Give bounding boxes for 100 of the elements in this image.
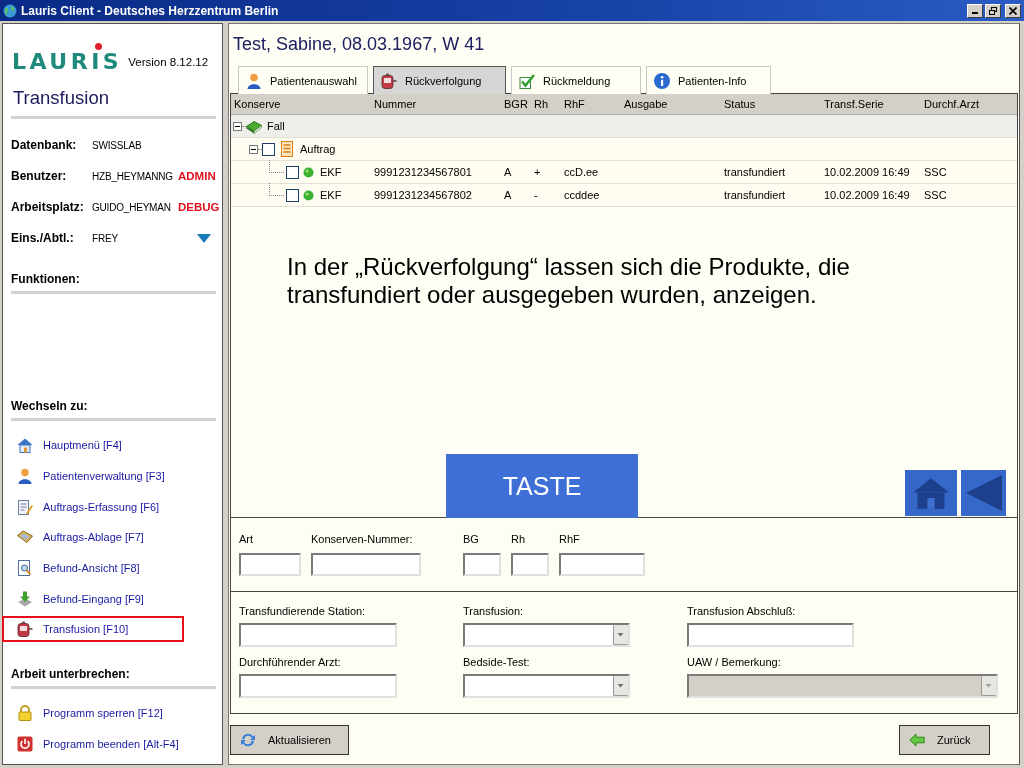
nav-link[interactable]: Auftrags-Ablage [F7] <box>2 524 184 551</box>
table-cell-text: SSC <box>924 189 948 201</box>
nav-link[interactable]: Befund-Ansicht [F8] <box>2 555 184 582</box>
input-field[interactable] <box>687 623 854 647</box>
nav-link[interactable]: Programm sperren [F12] <box>2 700 184 727</box>
column-header[interactable]: Transf.Serie <box>824 98 924 110</box>
table-cell-text: SSC <box>924 166 948 178</box>
nav-link[interactable]: Patientenverwaltung [F3] <box>2 463 184 490</box>
collapse-icon[interactable] <box>233 121 242 131</box>
close-button[interactable] <box>1005 3 1021 18</box>
column-header[interactable]: Durchf.Arzt <box>924 98 1017 110</box>
left-arrow-icon <box>909 732 925 748</box>
input-field[interactable] <box>239 674 397 698</box>
table-cell-text: A <box>504 189 513 201</box>
tab[interactable]: Rückmeldung <box>511 66 641 94</box>
nav-link[interactable]: Programm beenden [Alt-F4] <box>2 731 184 757</box>
input-field[interactable] <box>239 623 397 647</box>
logo-text: LAURIS <box>12 52 123 71</box>
key-button[interactable]: TASTE <box>446 454 638 518</box>
dropdown-arrow-icon <box>981 676 996 696</box>
table-cell-text: 9991231234567801 <box>374 166 473 178</box>
info-value: GUIDO_HEYMAN <box>92 201 172 213</box>
house-icon <box>913 477 949 509</box>
nav-link[interactable]: Hauptmenü [F4] <box>2 432 184 459</box>
table-cell-text: - <box>534 189 539 201</box>
dropdown-arrow-icon <box>613 676 628 696</box>
minimize-button[interactable] <box>967 3 983 18</box>
blood-bag-icon <box>381 72 397 89</box>
field-label: RhF <box>559 532 581 546</box>
table-cell-text: A <box>504 166 513 178</box>
input-field[interactable] <box>463 553 501 576</box>
info-value: FREY <box>92 232 119 244</box>
section-heading: Wechseln zu: <box>10 398 89 415</box>
field-label: BG <box>463 532 480 546</box>
tab[interactable]: Patienten-Info <box>646 66 771 94</box>
tree-row[interactable]: EKF 9991231234567802 A - ccddee transfundiert 10.02.2009 16:49 SSC <box>231 184 1017 207</box>
nav-link[interactable]: Transfusion [F10] <box>2 616 184 643</box>
field-label: UAW / Bemerkung: <box>687 655 782 669</box>
info-value: SWISSLAB <box>92 139 143 151</box>
checkbox[interactable] <box>286 165 299 179</box>
column-header[interactable]: Status <box>724 98 824 110</box>
column-header[interactable]: BGR <box>504 98 534 110</box>
role-label: DEBUG <box>178 201 220 214</box>
padlock-icon <box>17 705 33 722</box>
dropdown-field[interactable] <box>463 674 630 698</box>
maximize-button[interactable] <box>985 3 1001 18</box>
document-icon <box>279 141 295 157</box>
table-cell-text: 10.02.2009 16:49 <box>824 166 911 178</box>
tree-row[interactable]: EKF 9991231234567801 A + ccD.ee transfundiert 10.02.2009 16:49 SSC <box>231 161 1017 184</box>
input-field[interactable] <box>239 553 301 576</box>
column-header[interactable]: Nummer <box>374 98 504 110</box>
input-field[interactable] <box>559 553 645 576</box>
input-field[interactable] <box>311 553 421 576</box>
column-header[interactable]: Rh <box>534 98 564 110</box>
field-label: Rh <box>511 532 527 546</box>
info-label: Datenbank: <box>11 138 78 153</box>
dropdown-field[interactable] <box>463 623 630 647</box>
field-label: Transfundierende Station: <box>239 604 367 618</box>
checkmark-icon <box>519 72 535 89</box>
section-heading: Arbeit unterbrechen: <box>10 666 131 683</box>
column-header[interactable]: Konserve <box>234 98 374 110</box>
tab[interactable]: Rückverfolgung <box>373 66 506 94</box>
input-field[interactable] <box>511 553 549 576</box>
back-button[interactable]: Zurück <box>899 725 990 755</box>
person-icon <box>17 468 33 485</box>
dropdown-arrow-icon <box>613 625 628 645</box>
dropdown-arrow-icon[interactable] <box>197 233 211 243</box>
tree-label: Auftrag <box>300 143 336 155</box>
field-label: Bedside-Test: <box>463 655 531 669</box>
refresh-button[interactable]: Aktualisieren <box>230 725 349 755</box>
logo-dot-icon <box>95 43 102 50</box>
tray-icon <box>17 529 33 546</box>
column-header[interactable]: Ausgabe <box>624 98 724 110</box>
status-dot-icon <box>303 189 314 201</box>
column-header[interactable]: RhF <box>564 98 624 110</box>
module-title: Transfusion <box>12 85 110 110</box>
table-cell-text: ccD.ee <box>564 166 600 178</box>
tree-row[interactable]: Fall <box>231 115 1017 138</box>
collapse-icon[interactable] <box>249 144 258 154</box>
close-icon <box>1009 6 1017 15</box>
checkbox[interactable] <box>286 188 299 202</box>
tree-row[interactable]: Auftrag <box>231 138 1017 161</box>
version-label: Version 8.12.12 <box>128 55 209 68</box>
house-icon <box>17 437 33 454</box>
role-label: ADMIN <box>178 170 216 183</box>
nav-link[interactable]: Auftrags-Erfassung [F6] <box>2 493 184 520</box>
patient-title: Test, Sabine, 08.03.1967, W 41 <box>232 33 486 56</box>
minimize-icon <box>972 11 978 14</box>
refresh-icon <box>240 732 256 748</box>
nav-link[interactable]: Befund-Eingang [F9] <box>2 585 184 612</box>
person-icon <box>246 72 262 89</box>
checkbox[interactable] <box>262 142 275 156</box>
info-icon <box>654 72 670 89</box>
globe-icon <box>3 3 17 18</box>
table-cell-text: 9991231234567802 <box>374 189 473 201</box>
info-label: Eins./Abtl.: <box>11 231 75 246</box>
tab[interactable]: Patientenauswahl <box>238 66 368 94</box>
left-triangle-icon <box>965 475 1002 511</box>
book-icon <box>246 118 262 134</box>
info-label: Arbeitsplatz: <box>11 200 85 215</box>
